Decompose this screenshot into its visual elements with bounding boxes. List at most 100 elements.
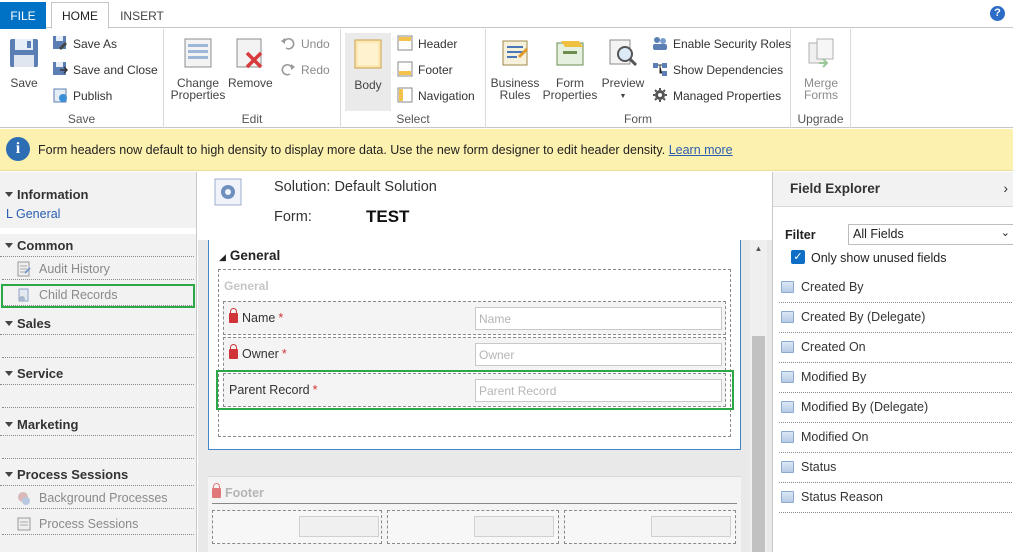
body-label: Body — [354, 78, 382, 92]
merge-forms-button[interactable]: Merge Forms — [799, 37, 843, 101]
nav-section-service[interactable]: Service — [0, 363, 194, 385]
required-asterisk: * — [278, 311, 284, 325]
nav-item-process-sessions[interactable]: Process Sessions — [2, 513, 194, 535]
field-icon — [781, 461, 794, 473]
redo-label: Redo — [301, 63, 330, 77]
field-icon — [781, 281, 794, 293]
save-and-close-icon — [53, 62, 68, 75]
nav-section-sales[interactable]: Sales — [0, 313, 194, 335]
tab-home[interactable]: HOME — [51, 2, 109, 29]
field-list-item[interactable]: Status — [779, 453, 1013, 483]
preview-label: Preview — [601, 76, 645, 90]
left-navigation-pane: Information L General Common Audit Histo… — [0, 172, 197, 552]
owner-field[interactable]: Owner — [475, 343, 722, 366]
merge-forms-label: Merge Forms — [803, 76, 838, 102]
security-roles-icon — [653, 37, 667, 50]
header-icon — [397, 35, 413, 51]
field-list-item[interactable]: Created On — [779, 333, 1013, 363]
nav-item-general-label: General — [15, 207, 61, 221]
field-list-item-label: Created By — [801, 280, 864, 294]
scrollbar-thumb[interactable] — [752, 336, 765, 552]
form-tab-general[interactable]: ◢ General General Name * Name Owner * Owner… — [208, 240, 741, 450]
floppy-disk-icon — [10, 39, 38, 67]
publish-button[interactable]: Publish — [52, 87, 112, 105]
lock-icon — [229, 344, 238, 359]
managed-properties-button[interactable]: Managed Properties — [652, 87, 781, 105]
section-general-label: General — [224, 279, 269, 293]
audit-history-icon — [17, 261, 31, 277]
collapse-triangle-icon — [5, 371, 13, 376]
nav-item-process-sessions-label: Process Sessions — [39, 517, 139, 531]
merge-forms-icon — [808, 38, 834, 68]
field-list-item[interactable]: Created By — [779, 273, 1013, 303]
tab-file[interactable]: FILE — [0, 2, 46, 29]
undo-button[interactable]: Undo — [280, 35, 330, 53]
remove-button[interactable]: Remove — [228, 37, 273, 90]
nav-item-background-processes[interactable]: Background Processes — [2, 487, 194, 509]
form-editor-header: Solution: Default Solution Form: TEST — [198, 172, 772, 240]
header-button[interactable]: Header — [397, 35, 457, 53]
field-name-label: Name — [242, 311, 276, 325]
footer-cell[interactable] — [387, 510, 559, 544]
tree-branch-icon: L — [6, 207, 13, 221]
field-list-item-label: Modified By — [801, 370, 867, 384]
collapse-triangle-icon — [5, 321, 13, 326]
footer-button[interactable]: Footer — [397, 61, 453, 79]
scroll-up-arrow-icon[interactable]: ▲ — [750, 244, 767, 256]
field-icon — [781, 491, 794, 503]
nav-item-general[interactable]: L General — [6, 207, 60, 221]
help-icon[interactable]: ? — [990, 6, 1005, 21]
save-button[interactable]: Save — [6, 37, 42, 89]
form-section-general[interactable]: General Name * Name Owner * Owner Parent R… — [218, 269, 731, 437]
nav-section-common[interactable]: Common — [0, 235, 194, 257]
info-icon: i — [6, 137, 30, 161]
form-footer[interactable]: Footer — [208, 476, 741, 552]
redo-button[interactable]: Redo — [280, 61, 330, 79]
remove-icon — [236, 38, 263, 69]
tab-general-label: General — [229, 248, 281, 263]
form-label: Form: — [274, 209, 312, 225]
field-row-owner[interactable]: Owner * Owner — [223, 337, 726, 371]
show-dependencies-button[interactable]: Show Dependencies — [652, 61, 783, 79]
body-button[interactable]: Body — [345, 33, 391, 111]
info-message: Form headers now default to high density… — [38, 143, 733, 157]
field-owner-label: Owner — [242, 347, 279, 361]
field-list-item-label: Created By (Delegate) — [801, 310, 926, 324]
save-as-button[interactable]: Save As — [52, 35, 117, 53]
preview-button[interactable]: Preview ▼ — [600, 37, 646, 103]
nav-section-marketing[interactable]: Marketing — [0, 414, 194, 436]
form-properties-button[interactable]: Form Properties — [542, 37, 598, 101]
learn-more-link[interactable]: Learn more — [669, 143, 733, 157]
change-properties-button[interactable]: Change Properties — [170, 37, 226, 101]
info-notification-bar: i Form headers now default to high densi… — [0, 129, 1013, 171]
nav-section-information[interactable]: Information — [0, 184, 194, 206]
nav-item-audit-history[interactable]: Audit History — [2, 258, 194, 280]
business-rules-button[interactable]: Business Rules — [490, 37, 540, 101]
form-editor: Solution: Default Solution Form: TEST ◢ G… — [198, 172, 772, 552]
save-label: Save — [10, 76, 38, 90]
field-list-item[interactable]: Modified On — [779, 423, 1013, 453]
business-rules-label: Business Rules — [490, 76, 540, 102]
field-list-item[interactable]: Modified By (Delegate) — [779, 393, 1013, 423]
solution-name: Solution: Default Solution — [274, 179, 437, 195]
only-unused-checkbox[interactable]: ✓ — [791, 250, 805, 264]
footer-cell[interactable] — [212, 510, 382, 544]
save-and-close-button[interactable]: Save and Close — [52, 61, 158, 79]
navigation-button[interactable]: Navigation — [397, 87, 475, 105]
name-field[interactable]: Name — [475, 307, 722, 330]
field-list-item[interactable]: Created By (Delegate) — [779, 303, 1013, 333]
field-row-name[interactable]: Name * Name — [223, 301, 726, 335]
field-list-item[interactable]: Modified By — [779, 363, 1013, 393]
enable-security-roles-button[interactable]: Enable Security Roles — [652, 35, 791, 53]
undo-label: Undo — [301, 37, 330, 51]
vertical-scrollbar[interactable]: ▲ — [750, 240, 767, 552]
field-list-item[interactable]: Status Reason — [779, 483, 1013, 513]
remove-label: Remove — [228, 76, 273, 90]
filter-select[interactable]: All Fields ⌄ — [848, 224, 1013, 245]
chevron-right-icon[interactable]: › — [1003, 180, 1008, 196]
solution-gear-icon — [214, 178, 242, 206]
footer-cell[interactable] — [564, 510, 736, 544]
tab-insert[interactable]: INSERT — [114, 2, 170, 29]
collapse-triangle-icon — [5, 243, 13, 248]
nav-section-process-sessions[interactable]: Process Sessions — [0, 464, 194, 486]
